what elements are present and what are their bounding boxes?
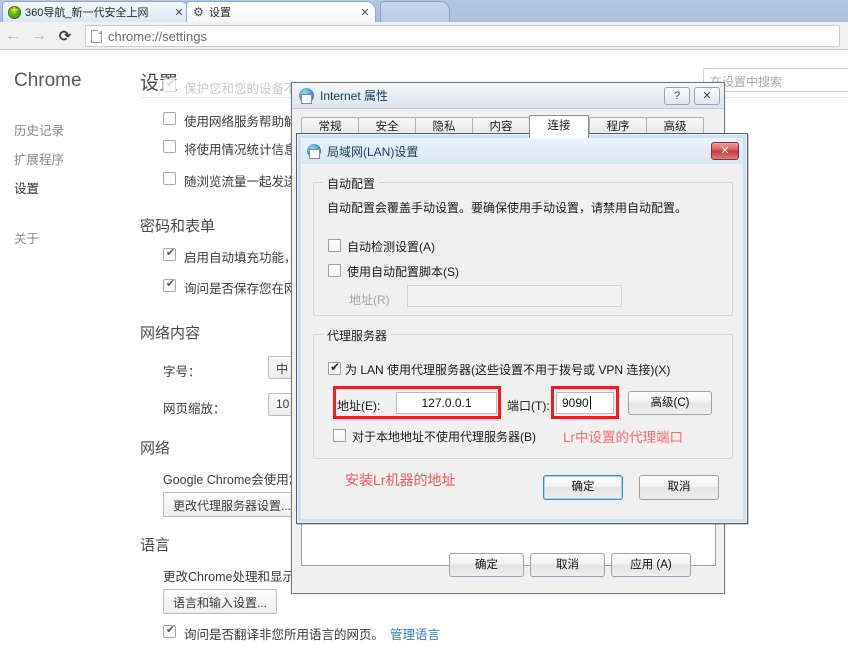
- browser-tab-0-title: 360导航_新一代安全上网: [25, 7, 149, 19]
- close-icon[interactable]: ✕: [711, 142, 739, 160]
- proxy-port-input[interactable]: 9090: [556, 392, 614, 414]
- password-row-0-label: 启用自动填充功能，: [184, 251, 297, 265]
- annotation-lr-address: 安装Lr机器的地址: [345, 472, 456, 488]
- privacy-row-0-label: 保护您和您的设备不: [184, 82, 297, 96]
- lan-settings-dialog: 局域网(LAN)设置 ✕ 自动配置 自动配置会覆盖手动设置。要确保使用手动设置，…: [296, 133, 748, 524]
- checkbox[interactable]: [163, 112, 176, 125]
- auto-detect-checkbox[interactable]: [328, 239, 341, 252]
- ie-apply-button[interactable]: 应用 (A): [611, 553, 691, 577]
- sidebar-item-about[interactable]: 关于: [14, 228, 39, 247]
- network-description: Google Chrome会使用您: [163, 473, 302, 487]
- pagezoom-label: 网页缩放：: [163, 402, 226, 416]
- ie-cancel-button[interactable]: 取消: [530, 553, 605, 577]
- browser-tab-2[interactable]: [380, 1, 450, 22]
- close-icon[interactable]: ✕: [694, 86, 720, 105]
- privacy-row-0[interactable]: 保护您和您的设备不: [163, 77, 297, 97]
- text-caret: [589, 396, 591, 409]
- lan-dialog-title: 局域网(LAN)设置: [327, 144, 419, 159]
- browser-tab-1-title: 设置: [209, 7, 231, 19]
- ie-ok-button[interactable]: 确定: [449, 553, 524, 577]
- bypass-local-label: 对于本地地址不使用代理服务器(B): [352, 430, 536, 444]
- checkbox[interactable]: [163, 172, 176, 185]
- translate-row-label: 询问是否翻译非您所用语言的网页。: [184, 628, 385, 642]
- help-icon[interactable]: ?: [664, 86, 690, 105]
- ie-dialog-title: Internet 属性: [320, 89, 389, 103]
- use-script-label: 使用自动配置脚本(S): [347, 265, 459, 279]
- change-proxy-settings-button[interactable]: 更改代理服务器设置...: [163, 492, 302, 517]
- advanced-button[interactable]: 高级(C): [628, 391, 712, 415]
- annotation-proxy-port: Lr中设置的代理端口: [563, 430, 684, 445]
- lan-dialog-titlebar[interactable]: 局域网(LAN)设置 ✕: [301, 138, 743, 164]
- checkbox[interactable]: [163, 623, 177, 638]
- passwords-heading: 密码和表单: [140, 218, 216, 235]
- proxy-group-label: 代理服务器: [323, 327, 392, 344]
- ie-dialog-footer: 确定 取消 应用 (A): [301, 553, 716, 583]
- internet-properties-icon: [307, 144, 321, 159]
- back-icon[interactable]: ←: [0, 27, 26, 45]
- lan-cancel-button[interactable]: 取消: [639, 475, 719, 500]
- network-heading: 网络: [140, 440, 171, 457]
- autoconfig-group-label: 自动配置: [323, 175, 380, 192]
- address-bar-value: chrome://settings: [108, 28, 207, 44]
- auto-detect-label: 自动检测设置(A): [347, 240, 435, 254]
- sidebar-item-extensions[interactable]: 扩展程序: [14, 149, 64, 168]
- close-icon[interactable]: ✕: [359, 6, 371, 19]
- tab-connections[interactable]: 连接: [529, 115, 589, 138]
- privacy-row-1-label: 使用网络服务帮助解: [184, 115, 297, 129]
- close-icon[interactable]: ✕: [173, 6, 185, 19]
- checkbox[interactable]: [163, 277, 177, 292]
- proxy-address-input[interactable]: 127.0.0.1: [396, 392, 497, 414]
- script-address-input[interactable]: [407, 285, 622, 307]
- 360-favicon: [8, 3, 21, 19]
- screen: 360导航_新一代安全上网 ✕ ⚙ 设置 ✕ ← → ⟳ chrome://se…: [0, 0, 848, 667]
- autoconfig-description: 自动配置会覆盖手动设置。要确保使用手动设置，请禁用自动配置。: [327, 201, 688, 215]
- language-input-settings-button[interactable]: 语言和输入设置...: [163, 589, 278, 614]
- checkbox[interactable]: [163, 77, 177, 92]
- use-proxy-checkbox[interactable]: [328, 359, 342, 376]
- manage-languages-link[interactable]: 管理语言: [390, 624, 440, 643]
- ie-dialog-titlebar[interactable]: Internet 属性 ? ✕: [292, 83, 724, 109]
- reload-icon[interactable]: ⟳: [52, 27, 78, 45]
- sidebar-item-history[interactable]: 历史记录: [14, 120, 64, 139]
- script-address-label: 地址(R): [349, 293, 390, 307]
- webcontent-heading: 网络内容: [140, 325, 201, 342]
- forward-icon[interactable]: →: [26, 27, 52, 45]
- password-row-1[interactable]: 询问是否保存您在网: [163, 277, 297, 297]
- privacy-row-2[interactable]: 将使用情况统计信息: [163, 139, 297, 158]
- password-row-1-label: 询问是否保存您在网: [184, 282, 297, 296]
- privacy-row-1[interactable]: 使用网络服务帮助解: [163, 111, 297, 130]
- privacy-row-3[interactable]: 随浏览流量一起发送: [163, 171, 297, 190]
- checkbox[interactable]: [163, 246, 177, 261]
- language-description: 更改Chrome处理和显示: [163, 570, 295, 584]
- browser-tab-1[interactable]: ⚙ 设置 ✕: [186, 1, 376, 22]
- lan-ok-button[interactable]: 确定: [543, 475, 623, 500]
- privacy-row-3-label: 随浏览流量一起发送: [184, 175, 297, 189]
- use-script-checkbox[interactable]: [328, 264, 341, 277]
- use-proxy-label: 为 LAN 使用代理服务器(这些设置不用于拨号或 VPN 连接)(X): [345, 363, 671, 377]
- browser-toolbar: ← → ⟳ chrome://settings: [0, 22, 848, 50]
- proxy-address-label: 地址(E):: [337, 399, 381, 413]
- internet-properties-icon: [299, 88, 314, 104]
- translate-row[interactable]: 询问是否翻译非您所用语言的网页。 管理语言: [163, 623, 440, 643]
- proxy-port-value: 9090: [562, 396, 589, 410]
- browser-tab-strip: 360导航_新一代安全上网 ✕ ⚙ 设置 ✕: [0, 0, 848, 22]
- page-icon: [91, 29, 102, 43]
- language-heading: 语言: [140, 537, 171, 554]
- address-bar[interactable]: chrome://settings: [85, 25, 840, 47]
- browser-tab-0[interactable]: 360导航_新一代安全上网 ✕: [2, 1, 190, 22]
- sidebar-item-settings[interactable]: 设置: [14, 178, 39, 197]
- proxy-port-label: 端口(T):: [507, 399, 550, 413]
- password-row-0[interactable]: 启用自动填充功能，: [163, 246, 297, 266]
- checkbox[interactable]: [163, 140, 176, 153]
- privacy-row-2-label: 将使用情况统计信息: [184, 143, 297, 157]
- gear-icon: ⚙: [193, 4, 204, 19]
- bypass-local-checkbox[interactable]: [333, 429, 346, 442]
- fontsize-label: 字号：: [163, 365, 201, 379]
- chrome-brand-label: Chrome: [14, 70, 82, 91]
